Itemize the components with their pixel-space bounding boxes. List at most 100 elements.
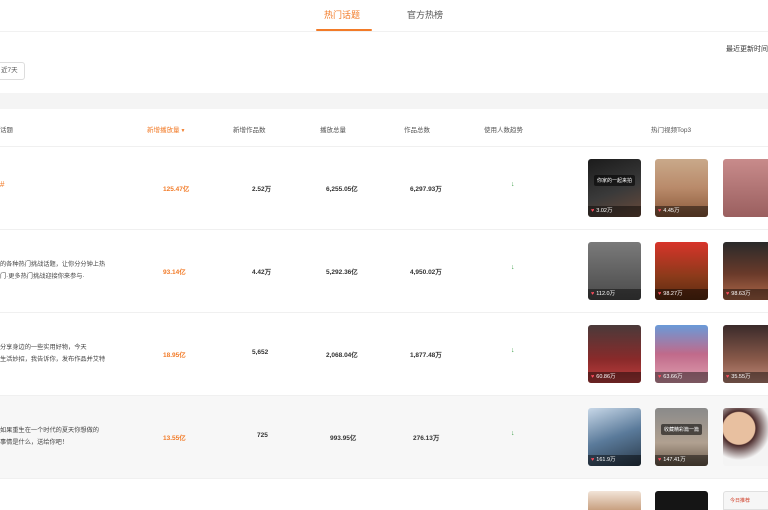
new-works-value: 725 <box>257 432 268 439</box>
th-new-plays[interactable]: 新增播放量▼ <box>147 124 185 134</box>
topic-description[interactable]: 如果重生在一个时代的夏天你想做的 事情是什么，送给你吧！ <box>0 425 140 449</box>
video-thumbnail[interactable]: ♥ 98.63万 <box>723 242 768 300</box>
video-thumbnail[interactable]: ♥ 98.27万 <box>655 242 708 300</box>
trend-arrow-icon: ↓ <box>511 347 515 354</box>
video-thumbnail[interactable]: ♥ 35.55万 <box>723 325 768 383</box>
total-works-value: 276.13万 <box>413 435 440 442</box>
total-plays-value: 5,292.36亿 <box>326 269 358 276</box>
video-play-count: ♥ 147.41万 <box>655 455 708 466</box>
video-caption: 今日推荐 <box>730 498 751 504</box>
total-plays-value: 2,068.04亿 <box>326 352 358 359</box>
video-thumbnail[interactable] <box>655 491 708 510</box>
section-separator <box>0 93 768 109</box>
total-works-value: 4,950.02万 <box>410 269 442 276</box>
video-play-count: ♥ 60.86万 <box>588 372 641 383</box>
video-play-count: ♥ 112.0万 <box>588 289 641 300</box>
new-plays-value: 93.14亿 <box>163 269 186 276</box>
tab-official-hot[interactable]: 官方热榜 <box>407 8 443 21</box>
video-thumbnail[interactable]: ♥ 112.0万 <box>588 242 641 300</box>
heart-icon: ♥ <box>591 208 595 214</box>
table-row[interactable]: 今日推荐 <box>0 479 768 510</box>
total-plays-value: 993.95亿 <box>330 435 357 442</box>
play-count: 112.0万 <box>596 291 616 297</box>
new-works-value: 2.52万 <box>252 186 272 193</box>
total-plays-value: 6,255.05亿 <box>326 186 358 193</box>
th-total-works[interactable]: 作品总数 <box>404 124 430 134</box>
heart-icon: ♥ <box>591 457 595 463</box>
play-count: 35.55万 <box>731 374 751 380</box>
play-count: 4.45万 <box>663 208 680 214</box>
play-count: 98.27万 <box>663 291 683 297</box>
video-thumbnail[interactable]: ♥ <box>723 408 768 466</box>
video-thumbnail[interactable] <box>588 491 641 510</box>
topic-title[interactable]: # <box>0 180 4 189</box>
total-works-value: 6,297.93万 <box>410 186 442 193</box>
video-play-count: ♥ 63.66万 <box>655 372 708 383</box>
play-count: 161.9万 <box>596 457 616 463</box>
video-thumbnail[interactable]: ♥ 63.66万 <box>655 325 708 383</box>
description-line: 分享身边的一些实用好物，今天 <box>0 344 87 351</box>
trend-arrow-icon: ↓ <box>511 181 515 188</box>
description-line: 的各种热门挑战话题，让你分分钟上热 <box>0 261 106 268</box>
table-row[interactable]: 分享身边的一些实用好物，今天 生活妙招，我告诉你，发布作品并艾特 18.95亿 … <box>0 313 768 396</box>
description-line: 门·更多热门挑战迎接你来参与· <box>0 273 85 280</box>
table-row[interactable]: 如果重生在一个时代的夏天你想做的 事情是什么，送给你吧！ 13.55亿 725 … <box>0 396 768 479</box>
topic-description[interactable]: 的各种热门挑战话题，让你分分钟上热 门·更多热门挑战迎接你来参与· <box>0 259 140 283</box>
total-works-value: 1,877.48万 <box>410 352 442 359</box>
video-thumbnail[interactable]: ♥ <box>723 159 768 217</box>
th-new-plays-label: 新增播放量 <box>147 127 180 134</box>
update-time-note: 最近更新时间 <box>726 46 768 53</box>
table-row[interactable]: # 125.47亿 2.52万 6,255.05亿 6,297.93万 ↓ 你家… <box>0 147 768 230</box>
trend-arrow-icon: ↓ <box>511 430 515 437</box>
th-top-videos: 热门视频Top3 <box>651 127 692 134</box>
heart-icon: ♥ <box>726 291 730 297</box>
new-works-value: 5,652 <box>252 349 269 356</box>
th-new-works[interactable]: 新增作品数 <box>233 124 266 134</box>
trend-arrow-icon: ↓ <box>511 264 515 271</box>
heart-icon: ♥ <box>658 457 662 463</box>
sort-desc-icon[interactable]: ▼ <box>181 128 186 134</box>
video-play-count: ♥ 98.27万 <box>655 289 708 300</box>
heart-icon: ♥ <box>591 291 595 297</box>
table-row[interactable]: 的各种热门挑战话题，让你分分钟上热 门·更多热门挑战迎接你来参与· 93.14亿… <box>0 230 768 313</box>
play-count: 98.63万 <box>731 291 751 297</box>
video-thumbnail[interactable]: 你家的一起来拍 ♥ 3.02万 <box>588 159 641 217</box>
description-line: 事情是什么，送给你吧！ <box>0 439 69 446</box>
new-plays-value: 18.95亿 <box>163 352 186 359</box>
description-line: 生活妙招，我告诉你，发布作品并艾特 <box>0 356 106 363</box>
th-total-plays[interactable]: 播放总量 <box>320 124 346 134</box>
table-header: 话题 新增播放量▼ 新增作品数 播放总量 作品总数 使用人数趋势 热门视频Top… <box>0 110 768 147</box>
new-works-value: 4.42万 <box>252 269 272 276</box>
video-thumbnail[interactable]: ♥ 161.9万 <box>588 408 641 466</box>
video-play-count: ♥ 4.45万 <box>655 206 708 217</box>
heart-icon: ♥ <box>658 291 662 297</box>
heart-icon: ♥ <box>591 374 595 380</box>
th-user-trend: 使用人数趋势 <box>484 127 523 134</box>
new-plays-value: 13.55亿 <box>163 435 186 442</box>
heart-icon: ♥ <box>658 208 662 214</box>
time-filter-chip[interactable]: 近7天 <box>0 62 25 80</box>
video-play-count: ♥ 3.02万 <box>588 206 641 217</box>
th-topic: 话题 <box>0 127 13 134</box>
video-caption: 你家的一起来拍 <box>594 175 635 186</box>
video-play-count: ♥ 98.63万 <box>723 289 768 300</box>
divider <box>0 31 768 32</box>
video-caption: 收藏精彩篇一篇 <box>661 424 702 435</box>
video-play-count: ♥ 161.9万 <box>588 455 641 466</box>
description-line: 如果重生在一个时代的夏天你想做的 <box>0 427 99 434</box>
play-count: 60.86万 <box>596 374 616 380</box>
video-thumbnail[interactable]: 今日推荐 <box>723 491 768 510</box>
video-thumbnail[interactable]: ♥ 4.45万 <box>655 159 708 217</box>
play-count: 147.41万 <box>663 457 686 463</box>
play-count: 63.66万 <box>663 374 683 380</box>
top-tabs: 热门话题 官方热榜 <box>0 0 768 32</box>
video-thumbnail[interactable]: ♥ 60.86万 <box>588 325 641 383</box>
new-plays-value: 125.47亿 <box>163 186 190 193</box>
topic-description[interactable]: 分享身边的一些实用好物，今天 生活妙招，我告诉你，发布作品并艾特 <box>0 342 140 366</box>
video-play-count: ♥ 35.55万 <box>723 372 768 383</box>
video-thumbnail[interactable]: 收藏精彩篇一篇 ♥ 147.41万 <box>655 408 708 466</box>
heart-icon: ♥ <box>726 374 730 380</box>
tab-hot-topics[interactable]: 热门话题 <box>324 8 360 21</box>
heart-icon: ♥ <box>658 374 662 380</box>
play-count: 3.02万 <box>596 208 613 214</box>
